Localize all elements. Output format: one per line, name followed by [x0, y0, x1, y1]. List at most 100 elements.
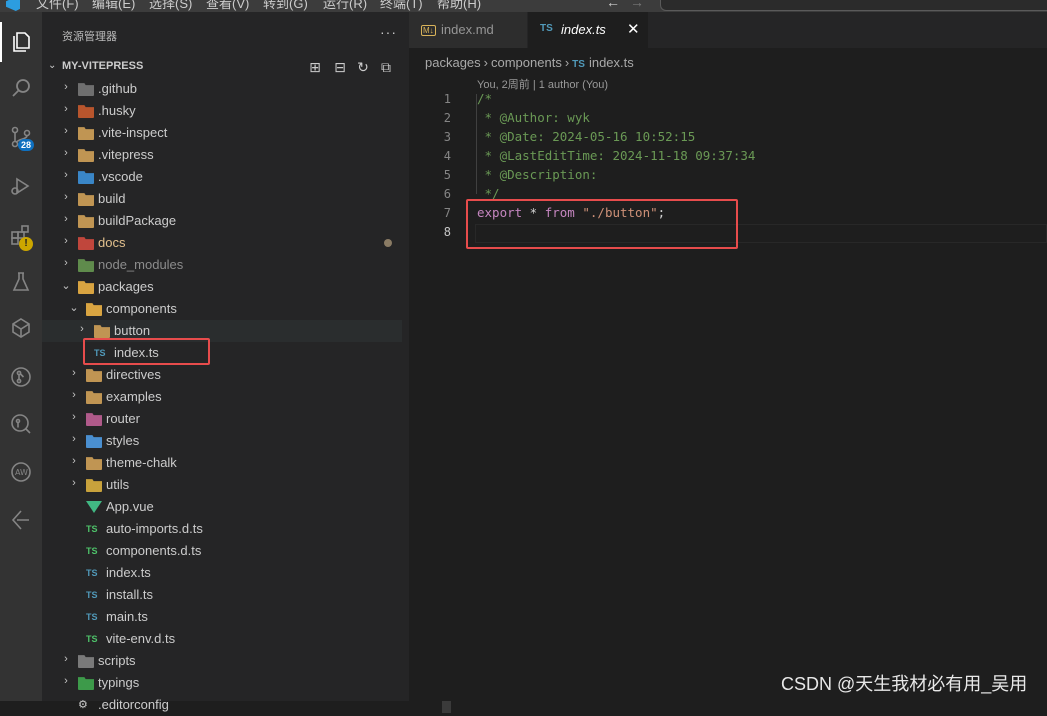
tree-item-build[interactable]: › build	[42, 188, 402, 210]
gitlens-icon[interactable]	[0, 404, 42, 444]
new-folder-icon[interactable]: ⊟	[332, 59, 348, 75]
chevron-right-icon: ›	[64, 147, 68, 159]
typescript-file-icon: TS	[572, 59, 585, 70]
typescript-file-icon: TS	[86, 568, 98, 578]
tree-item-editorconfig[interactable]: ⚙ .editorconfig	[42, 694, 402, 716]
menu-run[interactable]: 运行(R)	[323, 0, 367, 12]
tree-item-label: components.d.ts	[106, 543, 202, 558]
tree-item-github[interactable]: › .github	[42, 78, 402, 100]
tree-item-vitepress[interactable]: › .vitepress	[42, 144, 402, 166]
menu-file[interactable]: 文件(F)	[36, 0, 79, 12]
breadcrumb-item[interactable]: packages	[425, 55, 481, 70]
line-number: 8	[443, 225, 451, 239]
breadcrumb-item[interactable]: index.ts	[589, 55, 634, 70]
tree-item-label: docs	[98, 235, 126, 250]
refresh-icon[interactable]: ↻	[355, 59, 371, 75]
tree-item-node-modules[interactable]: › node_modules	[42, 254, 402, 276]
tab-index-md[interactable]: M↓ index.md	[409, 12, 527, 48]
new-file-icon[interactable]: ⊞	[307, 59, 323, 75]
typescript-file-icon: TS	[86, 612, 98, 622]
aw-extension-icon[interactable]: AW	[0, 452, 42, 492]
close-icon[interactable]: ✕	[627, 20, 640, 38]
tree-item-install-ts[interactable]: TS install.ts	[42, 584, 402, 606]
menu-help[interactable]: 帮助(H)	[437, 0, 481, 12]
tree-item-auto-imports[interactable]: TS auto-imports.d.ts	[42, 518, 402, 540]
code-line[interactable]: * @Date: 2024-05-16 10:52:15	[477, 129, 696, 144]
chevron-down-icon: ⌄	[69, 302, 79, 314]
pipeline-icon[interactable]	[0, 500, 42, 540]
chevron-down-icon: ⌄	[48, 60, 57, 71]
line-number: 4	[443, 149, 451, 163]
back-arrow-icon[interactable]: ←	[606, 0, 620, 10]
tree-item-main-ts[interactable]: TS main.ts	[42, 606, 402, 628]
tree-item-label: auto-imports.d.ts	[106, 521, 203, 536]
tree-item-components[interactable]: ⌄ components	[42, 298, 402, 320]
more-actions-icon[interactable]: ···	[380, 24, 397, 40]
line-number: 3	[443, 130, 451, 144]
folder-icon	[86, 457, 102, 470]
codelens-author[interactable]: You, 2周前 | 1 author (You)	[477, 76, 608, 92]
csdn-watermark: CSDN @天生我材必有用_吴用	[781, 674, 1028, 694]
code-line[interactable]: * @Description:	[477, 167, 598, 182]
tree-item-label: scripts	[98, 653, 136, 668]
tree-item-vite-env[interactable]: TS vite-env.d.ts	[42, 628, 402, 650]
menu-go[interactable]: 转到(G)	[263, 0, 308, 12]
tree-item-utils[interactable]: › utils	[42, 474, 402, 496]
source-control-icon[interactable]: 28	[0, 117, 42, 157]
git-graph-icon[interactable]	[0, 357, 42, 397]
forward-arrow-icon[interactable]: →	[630, 0, 644, 10]
chevron-right-icon: ›	[64, 235, 68, 247]
tree-item-components-d-ts[interactable]: TS components.d.ts	[42, 540, 402, 562]
chevron-right-icon: ›	[72, 477, 76, 489]
tree-item-directives[interactable]: › directives	[42, 364, 402, 386]
tree-item-scripts[interactable]: › scripts	[42, 650, 402, 672]
tree-item-label: .editorconfig	[98, 697, 169, 712]
command-center-search[interactable]: ⌕ my-vitepress	[660, 0, 1047, 11]
menu-terminal[interactable]: 终端(T)	[380, 0, 423, 12]
project-name: MY-VITEPRESS	[62, 60, 144, 72]
collapse-all-icon[interactable]: ⧉	[378, 59, 394, 75]
tree-item-packages-index-ts[interactable]: TS index.ts	[42, 562, 402, 584]
tree-item-typings[interactable]: › typings	[42, 672, 402, 694]
tree-item-label: router	[106, 411, 140, 426]
search-icon[interactable]	[0, 68, 42, 108]
code-line[interactable]: * @LastEditTime: 2024-11-18 09:37:34	[477, 148, 756, 163]
line-number: 7	[443, 206, 451, 220]
menu-edit[interactable]: 编辑(E)	[92, 0, 135, 12]
tree-item-buildpackage[interactable]: › buildPackage	[42, 210, 402, 232]
tree-item-examples[interactable]: › examples	[42, 386, 402, 408]
typescript-def-file-icon: TS	[86, 634, 98, 644]
tree-item-label: components	[106, 301, 177, 316]
typescript-def-file-icon: TS	[86, 546, 98, 556]
tree-item-label: utils	[106, 477, 130, 492]
extensions-icon[interactable]: !	[0, 215, 42, 255]
project-header[interactable]: ⌄ MY-VITEPRESS ⊞ ⊟ ↻ ⧉	[42, 56, 409, 78]
svg-text:AW: AW	[15, 468, 28, 477]
tree-item-docs[interactable]: › docs	[42, 232, 402, 254]
vue-file-icon	[86, 501, 102, 513]
folder-icon	[78, 215, 94, 228]
menu-selection[interactable]: 选择(S)	[149, 0, 192, 12]
tree-item-styles[interactable]: › styles	[42, 430, 402, 452]
testing-flask-icon[interactable]	[0, 262, 42, 302]
tree-item-packages[interactable]: ⌄ packages	[42, 276, 402, 298]
tree-item-router[interactable]: › router	[42, 408, 402, 430]
folder-icon	[94, 325, 110, 338]
run-debug-icon[interactable]	[0, 166, 42, 206]
chevron-right-icon: ›	[64, 653, 68, 665]
tree-item-theme-chalk[interactable]: › theme-chalk	[42, 452, 402, 474]
settings-file-icon: ⚙	[78, 699, 88, 711]
breadcrumb-item[interactable]: components	[491, 55, 562, 70]
tree-item-label: packages	[98, 279, 154, 294]
tree-item-vite-inspect[interactable]: › .vite-inspect	[42, 122, 402, 144]
tree-item-label: examples	[106, 389, 162, 404]
tab-index-ts[interactable]: TS index.ts ✕	[528, 12, 648, 48]
explorer-icon[interactable]	[0, 22, 42, 62]
tree-item-vscode[interactable]: › .vscode	[42, 166, 402, 188]
tree-item-app-vue[interactable]: App.vue	[42, 496, 402, 518]
code-line[interactable]: /*	[477, 91, 492, 106]
menu-view[interactable]: 查看(V)	[206, 0, 249, 12]
tree-item-husky[interactable]: › .husky	[42, 100, 402, 122]
code-line[interactable]: * @Author: wyk	[477, 110, 590, 125]
remote-explorer-icon[interactable]	[0, 308, 42, 348]
